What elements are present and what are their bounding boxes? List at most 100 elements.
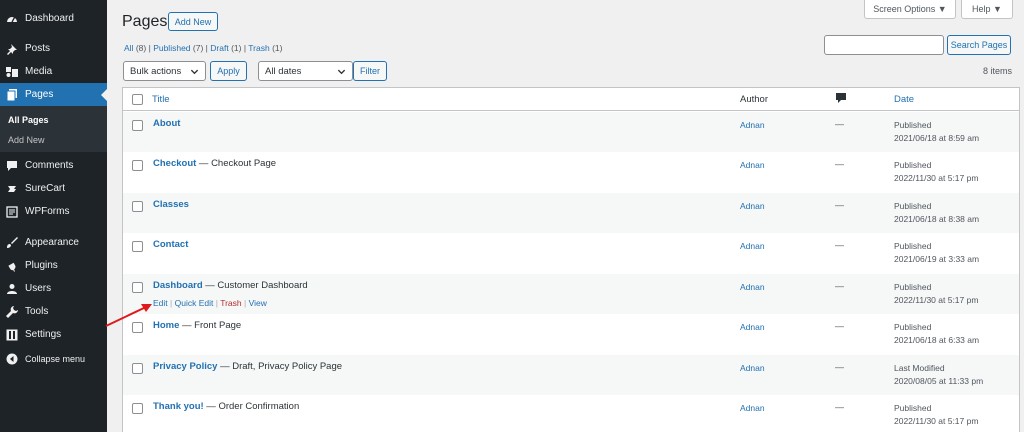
filter-published[interactable]: Published [153,43,190,53]
screen-options-button[interactable]: Screen Options ▼ [864,0,956,19]
table-row[interactable]: Thank you! — Order Confirmation Adnan — … [123,395,1019,432]
page-title-link[interactable]: Checkout [153,158,196,169]
filter-all[interactable]: All [124,43,133,53]
page-title-link[interactable]: Contact [153,239,188,250]
items-count: 8 items [982,66,1012,76]
menu-tools[interactable]: Tools [0,300,107,323]
admin-sidebar: Dashboard Posts Media Pages All Pages Ad… [0,0,107,432]
trash-link[interactable]: Trash [220,298,241,308]
author-link[interactable]: Adnan [740,201,765,211]
row-checkbox[interactable] [132,120,143,131]
page-title: Pages [122,13,168,30]
surecart-icon [5,182,19,196]
table-row[interactable]: Checkout — Checkout Page Adnan — Publish… [123,152,1019,192]
menu-media[interactable]: Media [0,60,107,83]
date-cell: Published 2022/11/30 at 5:17 pm [894,403,979,426]
comment-count: — [835,321,844,331]
page-title-link[interactable]: Classes [153,199,189,210]
menu-appearance[interactable]: Appearance [0,231,107,254]
row-checkbox[interactable] [132,160,143,171]
menu-pages[interactable]: Pages [0,83,107,106]
apply-button[interactable]: Apply [210,61,247,81]
status-filters: All (8) | Published (7) | Draft (1) | Tr… [124,43,283,53]
menu-settings[interactable]: Settings [0,323,107,346]
comment-count: — [835,281,844,291]
comment-count: — [835,402,844,412]
row-checkbox[interactable] [132,363,143,374]
dashboard-icon [5,12,19,26]
author-link[interactable]: Adnan [740,282,765,292]
pages-submenu: All Pages Add New [0,106,107,152]
row-checkbox[interactable] [132,201,143,212]
search-input[interactable] [824,35,944,55]
table-row[interactable]: About Adnan — Published 2021/06/18 at 8:5… [123,112,1019,152]
author-link[interactable]: Adnan [740,363,765,373]
menu-wpforms[interactable]: WPForms [0,200,107,223]
author-link[interactable]: Adnan [740,160,765,170]
date-column-header[interactable]: Date [894,94,914,105]
page-title-link[interactable]: Home [153,320,179,331]
page-title-link[interactable]: Privacy Policy [153,361,217,372]
table-row[interactable]: Home — Front Page Adnan — Published 2021/… [123,314,1019,354]
menu-comments[interactable]: Comments [0,154,107,177]
row-checkbox[interactable] [132,241,143,252]
chevron-down-icon [337,69,346,75]
row-checkbox[interactable] [132,403,143,414]
page-title-link[interactable]: About [153,118,180,129]
date-cell: Published 2022/11/30 at 5:17 pm [894,160,979,183]
add-new-button[interactable]: Add New [168,12,218,31]
row-checkbox[interactable] [132,282,143,293]
table-row[interactable]: Privacy Policy — Draft, Privacy Policy P… [123,355,1019,395]
settings-icon [5,328,19,342]
bulk-actions-select[interactable]: Bulk actions [123,61,206,81]
pin-icon [5,42,19,56]
pages-icon [5,88,19,102]
table-row[interactable]: Classes Adnan — Published 2021/06/18 at 8… [123,193,1019,233]
plug-icon [5,259,19,273]
comment-icon[interactable] [836,93,846,107]
comment-count: — [835,200,844,210]
search-pages-button[interactable]: Search Pages [947,35,1011,55]
pages-table: Title Author Date About Adnan — Publishe… [122,87,1020,432]
title-column-header[interactable]: Title [152,94,170,105]
select-all-checkbox[interactable] [132,94,143,105]
author-link[interactable]: Adnan [740,241,765,251]
table-row[interactable]: Contact Adnan — Published 2021/06/19 at 3… [123,233,1019,273]
quick-edit-link[interactable]: Quick Edit [175,298,214,308]
author-link[interactable]: Adnan [740,120,765,130]
menu-plugins[interactable]: Plugins [0,254,107,277]
comment-count: — [835,119,844,129]
comment-count: — [835,159,844,169]
table-row[interactable]: Dashboard — Customer Dashboard Edit | Qu… [123,274,1019,314]
menu-posts[interactable]: Posts [0,37,107,60]
filter-draft[interactable]: Draft [210,43,228,53]
wrench-icon [5,305,19,319]
menu-dashboard[interactable]: Dashboard [0,7,107,30]
date-cell: Published 2021/06/18 at 8:38 am [894,201,980,224]
menu-users[interactable]: Users [0,277,107,300]
media-icon [5,65,19,79]
author-link[interactable]: Adnan [740,322,765,332]
collapse-menu[interactable]: Collapse menu [0,347,107,370]
view-link[interactable]: View [249,298,267,308]
wpforms-icon [5,205,19,219]
help-button[interactable]: Help ▼ [961,0,1013,19]
page-title-link[interactable]: Dashboard [153,280,203,291]
menu-surecart[interactable]: SureCart [0,177,107,200]
dates-select[interactable]: All dates [258,61,353,81]
brush-icon [5,236,19,250]
submenu-add-new[interactable]: Add New [8,135,45,145]
author-link[interactable]: Adnan [740,403,765,413]
date-cell: Published 2022/11/30 at 5:17 pm [894,282,979,305]
collapse-icon [5,352,19,366]
comment-icon [5,159,19,173]
comment-count: — [835,240,844,250]
page-title-link[interactable]: Thank you! [153,401,204,412]
date-cell: Published 2021/06/18 at 6:33 am [894,322,980,345]
submenu-all-pages[interactable]: All Pages [8,115,49,125]
date-cell: Published 2021/06/18 at 8:59 am [894,120,980,143]
chevron-down-icon [190,69,199,75]
filter-trash[interactable]: Trash [248,43,269,53]
table-header: Title Author Date [123,88,1019,111]
filter-button[interactable]: Filter [353,61,387,81]
